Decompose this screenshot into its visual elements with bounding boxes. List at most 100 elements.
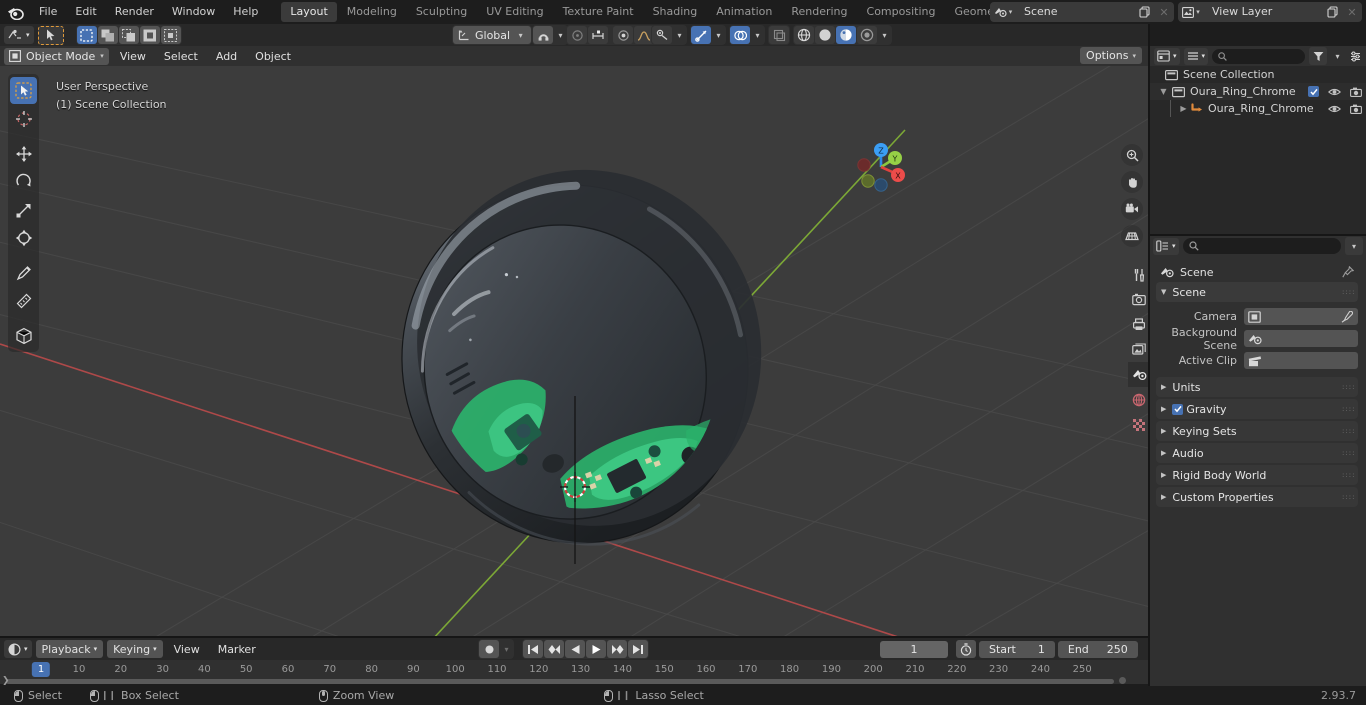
timeline-scroll-handle[interactable]	[1119, 677, 1126, 684]
blender-logo-icon[interactable]	[0, 0, 30, 24]
panel-custom-properties[interactable]: ▶ Custom Properties ::::	[1156, 487, 1358, 507]
hand-icon[interactable]	[1121, 171, 1143, 193]
mode-selector[interactable]: Object Mode ▾	[4, 47, 109, 65]
camera-field[interactable]	[1244, 308, 1358, 325]
timeline-editor-type-selector[interactable]: ▾	[4, 640, 32, 658]
scene-name[interactable]: Scene	[1016, 2, 1134, 22]
pin-icon[interactable]	[1342, 266, 1354, 278]
transform-orientation-group[interactable]: Global ▾	[452, 25, 533, 45]
jump-to-end-button[interactable]	[628, 640, 648, 658]
object-expand-triangle-icon[interactable]: ▶	[1178, 104, 1189, 113]
outliner-editor-type-selector[interactable]: ▾	[1154, 47, 1180, 65]
timeline-playhead[interactable]: 1	[31, 662, 51, 677]
transform-tool[interactable]	[10, 224, 37, 251]
properties-tab-tool[interactable]	[1128, 262, 1150, 287]
properties-tab-world[interactable]	[1128, 387, 1150, 412]
cursor-tool[interactable]	[10, 105, 37, 132]
solid-shading-button[interactable]	[815, 26, 835, 44]
select-invert-button[interactable]	[139, 26, 160, 44]
workspace-tab-animation[interactable]: Animation	[707, 2, 781, 22]
properties-tab-view-layer[interactable]	[1128, 337, 1150, 362]
new-view-layer-button[interactable]	[1322, 2, 1342, 22]
view-layer-selector[interactable]: ▾ View Layer ✕	[1178, 2, 1362, 22]
properties-editor-type-selector[interactable]: ▾	[1153, 237, 1179, 255]
play-reverse-button[interactable]	[565, 640, 585, 658]
panel-audio[interactable]: ▶ Audio ::::	[1156, 443, 1358, 463]
active-clip-field[interactable]	[1244, 352, 1358, 369]
object-visibility-icon[interactable]	[652, 26, 672, 44]
unlink-scene-button[interactable]: ✕	[1154, 2, 1174, 22]
wireframe-shading-button[interactable]	[794, 26, 814, 44]
snap-magnet-icon[interactable]	[533, 26, 553, 44]
workspace-tab-modeling[interactable]: Modeling	[338, 2, 406, 22]
remove-view-layer-button[interactable]: ✕	[1342, 2, 1362, 22]
outliner-filter-icon[interactable]	[1309, 47, 1327, 65]
new-scene-button[interactable]	[1134, 2, 1154, 22]
panel-keying-sets[interactable]: ▶ Keying Sets ::::	[1156, 421, 1358, 441]
gravity-checkbox[interactable]	[1172, 403, 1184, 415]
viewport-menu-add[interactable]: Add	[209, 48, 244, 65]
select-intersect-button[interactable]	[160, 26, 181, 44]
menu-render[interactable]: Render	[106, 0, 163, 24]
collection-expand-triangle-icon[interactable]: ▼	[1158, 87, 1169, 96]
show-overlays-icon[interactable]	[730, 26, 750, 44]
properties-tab-output[interactable]	[1128, 312, 1150, 337]
outliner-row-scene-collection[interactable]: Scene Collection	[1150, 66, 1366, 83]
outliner-search-input[interactable]	[1212, 48, 1305, 64]
workspace-tab-texture-paint[interactable]: Texture Paint	[554, 2, 643, 22]
panel-rigid-body-world[interactable]: ▶ Rigid Body World ::::	[1156, 465, 1358, 485]
end-frame-field[interactable]: End 250	[1057, 640, 1138, 658]
measure-tool[interactable]	[10, 287, 37, 314]
view-layer-name[interactable]: View Layer	[1204, 2, 1322, 22]
workspace-tab-rendering[interactable]: Rendering	[782, 2, 856, 22]
rendered-shading-button[interactable]	[857, 26, 877, 44]
proportional-circle-icon[interactable]	[613, 26, 633, 44]
workspace-tab-layout[interactable]: Layout	[281, 2, 337, 22]
viewport-3d[interactable]: User Perspective (1) Scene Collection Z …	[0, 66, 1148, 638]
auto-keying-button[interactable]	[479, 640, 499, 658]
grid-icon[interactable]	[1121, 225, 1143, 247]
options-button[interactable]: Options ▾	[1080, 47, 1142, 64]
add-cube-tool[interactable]	[10, 322, 37, 349]
timeline-expand-icon[interactable]: ❯	[2, 676, 12, 686]
overlays-group[interactable]: ▾	[729, 25, 765, 45]
collection-checkbox[interactable]	[1308, 86, 1319, 97]
next-keyframe-button[interactable]	[607, 640, 627, 658]
divider-outliner-properties[interactable]	[1150, 234, 1366, 236]
workspace-tab-sculpting[interactable]: Sculpting	[407, 2, 476, 22]
menu-file[interactable]: File	[30, 0, 66, 24]
panel-gravity[interactable]: ▶ Gravity ::::	[1156, 399, 1358, 419]
current-frame-field[interactable]: 1	[880, 640, 948, 658]
rotate-tool[interactable]	[10, 168, 37, 195]
outliner-row-object[interactable]: ▶ Oura_Ring_Chrome	[1150, 100, 1366, 117]
outliner-filter-settings-icon[interactable]	[1348, 47, 1362, 65]
timeline-playback-menu[interactable]: Playback ▾	[35, 640, 104, 658]
snap-element-icon[interactable]	[588, 26, 608, 44]
proportional-editing-icon[interactable]	[567, 26, 587, 44]
tweak-tool-indicator[interactable]	[37, 25, 64, 45]
show-gizmo-icon[interactable]	[691, 26, 711, 44]
scene-selector[interactable]: ▾ Scene ✕	[990, 2, 1174, 22]
annotate-tool[interactable]	[10, 259, 37, 286]
outliner-row-collection[interactable]: ▼ Oura_Ring_Chrome	[1150, 83, 1366, 100]
move-tool[interactable]	[10, 140, 37, 167]
snap-group[interactable]: ▾	[532, 25, 568, 45]
panel-units[interactable]: ▶ Units ::::	[1156, 377, 1358, 397]
viewport-menu-view[interactable]: View	[113, 48, 153, 65]
outliner-display-mode[interactable]: ▾	[1183, 47, 1209, 65]
scale-tool[interactable]	[10, 196, 37, 223]
menu-help[interactable]: Help	[224, 0, 267, 24]
play-button[interactable]	[586, 640, 606, 658]
visibility-group[interactable]: ▾	[651, 25, 687, 45]
auto-keying-group[interactable]: ▾	[478, 639, 514, 659]
start-frame-field[interactable]: Start 1	[979, 640, 1055, 658]
collection-render-camera-icon[interactable]	[1350, 87, 1362, 97]
background-scene-field[interactable]	[1244, 330, 1358, 347]
navigation-gizmo[interactable]: Z Y X	[850, 136, 912, 198]
workspace-tab-shading[interactable]: Shading	[644, 2, 707, 22]
select-extend-button[interactable]	[97, 26, 118, 44]
jump-to-start-button[interactable]	[523, 640, 543, 658]
toggle-xray-icon[interactable]	[769, 26, 789, 44]
divider-vertical-right[interactable]	[1148, 24, 1150, 686]
gizmo-group[interactable]: ▾	[690, 25, 726, 45]
